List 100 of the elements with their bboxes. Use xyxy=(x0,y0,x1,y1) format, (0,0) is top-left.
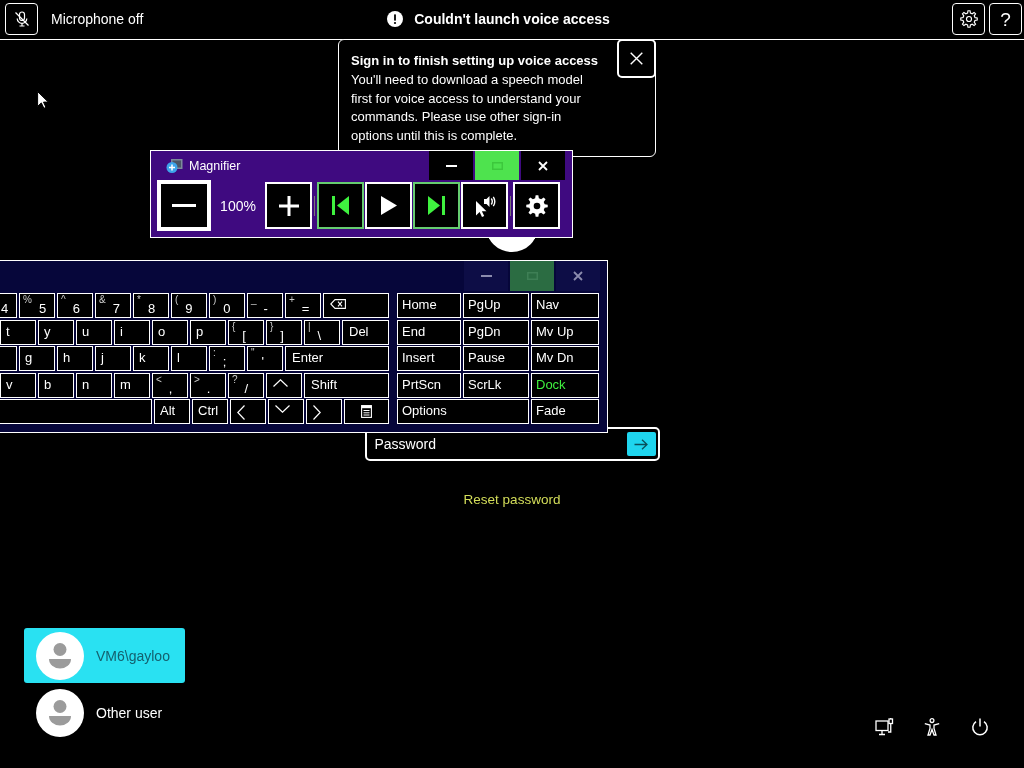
keyboard-key[interactable]: & 7 xyxy=(95,293,131,318)
close-icon xyxy=(573,271,583,281)
keyboard-key[interactable]: g xyxy=(19,346,55,371)
zoom-level: 100% xyxy=(219,196,257,216)
menu-key[interactable] xyxy=(344,399,389,424)
keyboard-key[interactable]: h xyxy=(57,346,93,371)
keyboard-key[interactable]: < , xyxy=(152,372,188,398)
keyboard-key[interactable]: } ] xyxy=(266,319,302,345)
settings-button[interactable] xyxy=(952,3,985,35)
keyboard-key[interactable]: PgUp xyxy=(463,293,529,318)
keyboard-key[interactable]: n xyxy=(76,372,112,398)
close-icon xyxy=(630,52,643,65)
keyboard-key[interactable]: Fade xyxy=(531,399,599,424)
keyboard-key[interactable]: ^ 6 xyxy=(57,293,93,318)
alert-title: Couldn't launch voice access xyxy=(414,11,610,27)
close-icon xyxy=(538,160,548,171)
minimize-icon xyxy=(445,164,457,167)
keyboard-key[interactable]: Mv Up xyxy=(531,319,599,345)
keyboard-key[interactable]: : ; xyxy=(209,346,245,371)
pointer-icon xyxy=(37,91,49,109)
user-tile[interactable]: Other user xyxy=(24,685,185,740)
keyboard-key[interactable]: y xyxy=(38,319,74,345)
keyboard-key[interactable]: PgDn xyxy=(463,319,529,345)
backspace-icon xyxy=(330,299,346,309)
keyboard-key[interactable]: Shift xyxy=(304,372,389,398)
maximize-icon xyxy=(491,161,503,170)
help-button[interactable]: ? xyxy=(989,3,1022,35)
zoom-screen-icon xyxy=(166,157,183,174)
keyboard-key[interactable]: Mv Dn xyxy=(531,346,599,371)
notification-message: You'll need to download a speech model first for voice access to understand your commands. Please use other sign-in options until this is complete. xyxy=(351,71,584,145)
arrow-key[interactable] xyxy=(268,399,304,424)
play-button[interactable] xyxy=(365,182,412,229)
minus-icon xyxy=(172,204,196,207)
keyboard-key[interactable]: ( 9 xyxy=(171,293,207,318)
user-tile[interactable]: VM6\gayloo xyxy=(24,628,185,683)
zoom-in-button[interactable] xyxy=(265,182,312,229)
keyboard-key[interactable]: ? / xyxy=(228,372,264,398)
window-title: Magnifier xyxy=(189,158,241,173)
arrow-key[interactable] xyxy=(266,372,302,398)
arrow-key[interactable] xyxy=(306,399,342,424)
backspace-key[interactable] xyxy=(323,293,389,318)
accessibility-icon xyxy=(924,718,940,736)
microphone-status: Microphone off xyxy=(51,11,144,27)
keyboard-key[interactable]: m xyxy=(114,372,150,398)
keyboard-key[interactable]: Nav xyxy=(531,293,599,318)
reset-password-link[interactable]: Reset password xyxy=(463,492,561,507)
chevron-left-icon xyxy=(237,405,245,420)
zoom-out-button[interactable] xyxy=(157,180,211,231)
keyboard-key[interactable]: Pause xyxy=(463,346,529,371)
avatar-icon xyxy=(36,631,84,680)
keyboard-key[interactable]: > . xyxy=(190,372,226,398)
arrow-key[interactable] xyxy=(230,399,266,424)
keyboard-key[interactable]: PrtScn xyxy=(397,372,461,398)
close-button[interactable] xyxy=(521,151,565,180)
list-icon xyxy=(361,405,372,418)
pointer-speaker-icon xyxy=(473,194,496,217)
arrow-right-icon xyxy=(634,438,648,450)
settings-icon xyxy=(959,10,978,28)
keyboard-key[interactable]: { [ xyxy=(228,319,264,345)
close-button[interactable] xyxy=(617,39,656,78)
skip-back-icon xyxy=(332,196,349,215)
keyboard-key[interactable]: t xyxy=(0,319,36,345)
keyboard-key[interactable] xyxy=(0,399,152,424)
keyboard-key[interactable]: _ - xyxy=(247,293,283,318)
keyboard-key[interactable]: " ' xyxy=(247,346,283,371)
keyboard-key[interactable]: p xyxy=(190,319,226,345)
keyboard-key[interactable]: Alt xyxy=(154,399,190,424)
keyboard-key[interactable]: Ctrl xyxy=(192,399,228,424)
keyboard-key[interactable]: ScrLk xyxy=(463,372,529,398)
read-from-pointer-button[interactable] xyxy=(461,182,508,229)
keyboard-key[interactable]: * 8 xyxy=(133,293,169,318)
keyboard-key[interactable]: Enter xyxy=(285,346,389,371)
keyboard-key[interactable]: i xyxy=(114,319,150,345)
keyboard-key[interactable]: k xyxy=(133,346,169,371)
keyboard-key[interactable]: 4 xyxy=(0,293,17,318)
keyboard-key[interactable]: b xyxy=(38,372,74,398)
keyboard-key[interactable]: Home xyxy=(397,293,461,318)
keyboard-key[interactable]: v xyxy=(0,372,36,398)
microphone-button[interactable] xyxy=(5,3,38,35)
submit-button[interactable] xyxy=(626,432,656,456)
keyboard-key[interactable]: j xyxy=(95,346,131,371)
settings-icon xyxy=(525,194,548,217)
keyboard-key[interactable]: Insert xyxy=(397,346,461,371)
keyboard-key[interactable]: ) 0 xyxy=(209,293,245,318)
keyboard-key[interactable]: % 5 xyxy=(19,293,55,318)
settings-button[interactable] xyxy=(513,182,560,229)
keyboard-key[interactable]: Options xyxy=(397,399,529,424)
keyboard-key[interactable]: l xyxy=(171,346,207,371)
avatar-icon xyxy=(36,688,84,737)
keyboard-key[interactable]: | \ xyxy=(304,319,340,345)
keyboard-key[interactable]: End xyxy=(397,319,461,345)
alert-icon xyxy=(387,11,404,27)
keyboard-key[interactable]: o xyxy=(152,319,188,345)
keyboard-key[interactable]: + = xyxy=(285,293,321,318)
chevron-down-icon xyxy=(275,405,290,413)
keyboard-key[interactable]: Del xyxy=(342,319,389,345)
keyboard-key[interactable]: u xyxy=(76,319,112,345)
keyboard-key[interactable] xyxy=(0,346,17,371)
plus-icon xyxy=(278,195,299,216)
minimize-icon xyxy=(480,275,492,277)
